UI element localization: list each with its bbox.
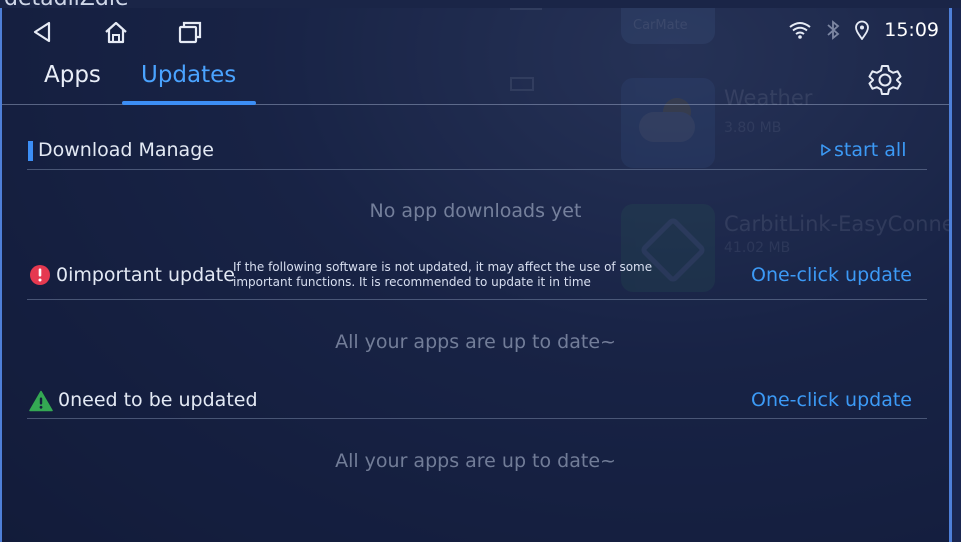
section-marker bbox=[28, 141, 33, 161]
location-icon bbox=[855, 20, 870, 40]
need-update-title: 0need to be updated bbox=[58, 389, 258, 411]
clock: 15:09 bbox=[884, 19, 939, 41]
tab-bar: Apps Updates bbox=[2, 54, 949, 105]
status-bar: 15:09 bbox=[2, 8, 949, 54]
start-all-button[interactable]: start all bbox=[820, 139, 907, 161]
updates-panel: 15:09 Apps Updates Download Manage start… bbox=[2, 8, 949, 542]
divider bbox=[27, 418, 927, 419]
important-empty-message: All your apps are up to date~ bbox=[335, 331, 616, 353]
warning-icon bbox=[29, 390, 53, 412]
back-icon[interactable] bbox=[29, 20, 55, 44]
previous-screen-strip: detadilZdle bbox=[0, 0, 961, 8]
tab-updates[interactable]: Updates bbox=[141, 62, 236, 88]
need-one-click-update-button[interactable]: One-click update bbox=[751, 389, 912, 411]
play-icon bbox=[821, 144, 831, 156]
divider bbox=[27, 169, 927, 170]
divider bbox=[27, 299, 927, 300]
status-icons: 15:09 bbox=[788, 19, 939, 41]
home-icon[interactable] bbox=[103, 20, 129, 44]
screen-edge bbox=[952, 8, 961, 542]
recents-icon[interactable] bbox=[177, 20, 203, 44]
need-empty-message: All your apps are up to date~ bbox=[335, 450, 616, 472]
tab-apps[interactable]: Apps bbox=[44, 62, 101, 88]
cut-off-title: detadilZdle bbox=[4, 0, 128, 8]
important-one-click-update-button[interactable]: One-click update bbox=[751, 264, 912, 286]
download-manage-title: Download Manage bbox=[38, 139, 214, 161]
active-tab-indicator bbox=[122, 101, 256, 105]
important-note-line: If the following software is not updated… bbox=[233, 260, 653, 274]
downloads-empty-message: No app downloads yet bbox=[369, 200, 582, 222]
important-update-note: If the following software is not updated… bbox=[233, 260, 703, 290]
bluetooth-icon bbox=[827, 20, 840, 40]
important-note-line: important functions. It is recommended t… bbox=[233, 275, 591, 289]
gear-icon[interactable] bbox=[868, 63, 902, 97]
wifi-icon bbox=[789, 22, 811, 39]
error-icon bbox=[30, 265, 50, 285]
start-all-label: start all bbox=[834, 139, 907, 161]
important-update-title: 0important update bbox=[56, 264, 235, 286]
